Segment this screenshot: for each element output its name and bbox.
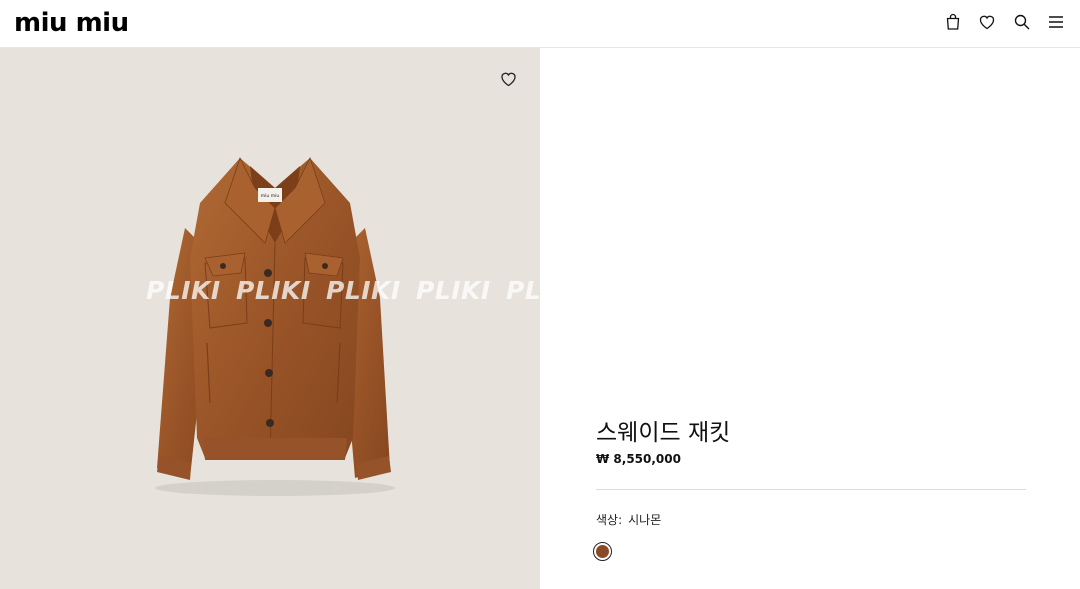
menu-icon[interactable] bbox=[1047, 13, 1065, 31]
color-selection-label: 색상: 시나몬 bbox=[596, 511, 661, 528]
watermark-text: PLIKI bbox=[236, 276, 311, 305]
product-price: ₩ 8,550,000 bbox=[596, 452, 681, 466]
watermark-text: PLIKI bbox=[506, 276, 540, 305]
color-swatch-fill bbox=[596, 545, 609, 558]
add-to-wishlist-heart-icon[interactable] bbox=[499, 70, 518, 88]
color-label: 색상: bbox=[596, 513, 623, 527]
watermark-text: PLIKI bbox=[416, 276, 491, 305]
product-info: 스웨이드 재킷 ₩ 8,550,000 색상: 시나몬 bbox=[593, 0, 1026, 589]
divider bbox=[596, 489, 1026, 490]
svg-text:miu miu: miu miu bbox=[261, 193, 280, 199]
product-image-panel[interactable]: miu miu PLIKI PLIKI PLIKI PLIKI PLIKI bbox=[0, 48, 540, 589]
product-title: 스웨이드 재킷 bbox=[596, 420, 731, 446]
watermark-text: PLIKI bbox=[146, 276, 221, 305]
brand-logo[interactable]: miu miu bbox=[14, 8, 129, 38]
product-image: miu miu bbox=[155, 156, 395, 496]
watermark-text: PLIKI bbox=[326, 276, 401, 305]
color-swatch-cinnamon[interactable] bbox=[593, 542, 612, 561]
color-name: 시나몬 bbox=[628, 513, 662, 527]
